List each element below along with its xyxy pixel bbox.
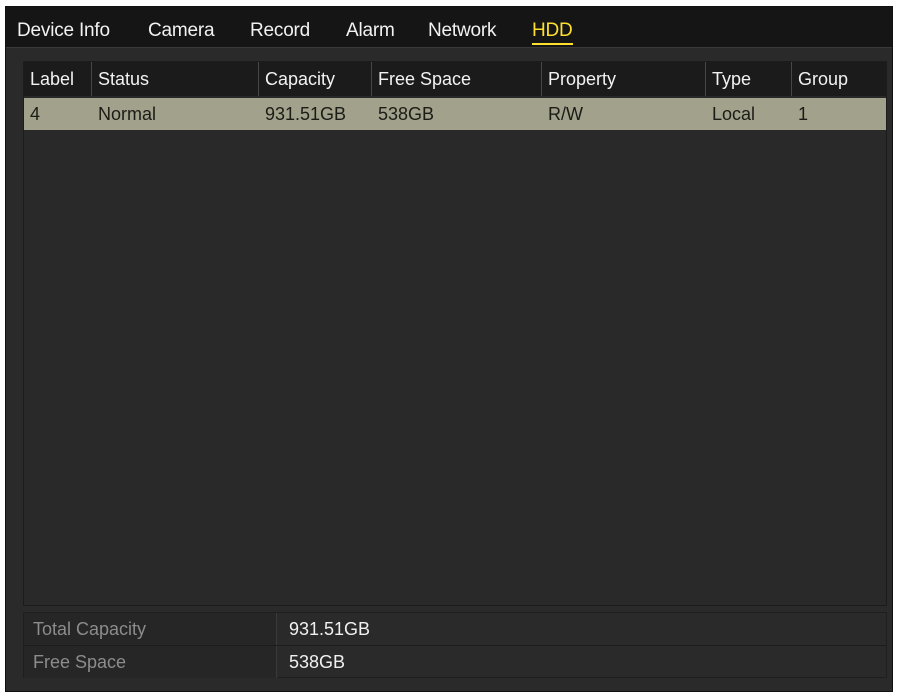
tab-hdd[interactable]: HDD <box>532 20 573 45</box>
table-row[interactable]: 4 Normal 931.51GB 538GB R/W Local 1 <box>24 98 886 130</box>
free-space-value: 538GB <box>289 652 346 672</box>
table-header: Label Status Capacity Free Space Propert… <box>24 62 886 96</box>
total-capacity-row: Total Capacity 931.51GB <box>24 613 886 646</box>
tab-record[interactable]: Record <box>250 20 310 42</box>
cell-label: 4 <box>30 104 41 124</box>
cell-type: Local <box>712 104 756 124</box>
column-header-property[interactable]: Property <box>542 62 706 96</box>
cell-property: R/W <box>548 104 583 124</box>
column-header-free-space[interactable]: Free Space <box>372 62 542 96</box>
hdd-info-window: Device Info Camera Record Alarm Network … <box>5 6 893 692</box>
storage-summary: Total Capacity 931.51GB Free Space 538GB <box>23 612 887 678</box>
column-header-type[interactable]: Type <box>706 62 792 96</box>
hdd-table: Label Status Capacity Free Space Propert… <box>23 61 887 606</box>
tab-camera[interactable]: Camera <box>148 20 215 42</box>
column-header-capacity[interactable]: Capacity <box>259 62 372 96</box>
cell-capacity: 931.51GB <box>265 104 347 124</box>
total-capacity-value: 931.51GB <box>289 619 371 639</box>
cell-status: Normal <box>98 104 157 124</box>
free-space-row: Free Space 538GB <box>24 646 886 678</box>
tab-bar: Device Info Camera Record Alarm Network … <box>6 7 892 48</box>
column-header-status[interactable]: Status <box>92 62 259 96</box>
tab-network[interactable]: Network <box>428 20 496 42</box>
cell-group: 1 <box>798 104 809 124</box>
free-space-label: Free Space <box>24 646 277 678</box>
total-capacity-label: Total Capacity <box>24 613 277 645</box>
column-header-label[interactable]: Label <box>24 62 92 96</box>
tab-device-info[interactable]: Device Info <box>17 20 110 42</box>
tab-alarm[interactable]: Alarm <box>346 20 395 42</box>
column-header-group[interactable]: Group <box>792 62 886 96</box>
cell-free-space: 538GB <box>378 104 435 124</box>
